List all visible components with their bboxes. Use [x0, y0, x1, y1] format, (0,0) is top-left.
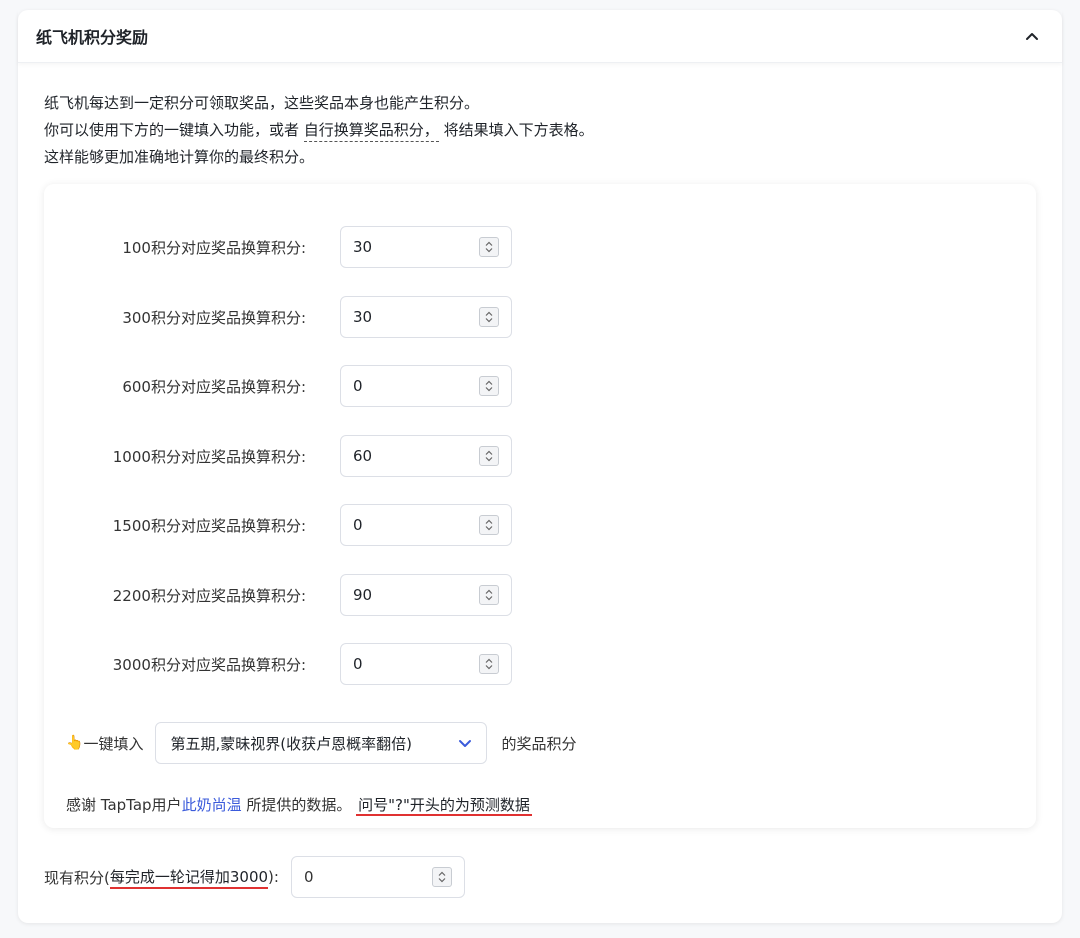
current-points-input[interactable]: 0 [290, 856, 465, 898]
spinner-icon[interactable] [479, 237, 499, 257]
reward-row-1000: 1000积分对应奖品换算积分: 60 [44, 434, 512, 478]
reward-value: 0 [353, 655, 363, 673]
intro-line-2-prefix: 你可以使用下方的一键填入功能，或者 [44, 121, 304, 139]
reward-input-3000[interactable]: 0 [340, 643, 512, 685]
reward-value: 30 [353, 238, 373, 256]
spinner-icon[interactable] [479, 376, 499, 396]
user-link[interactable]: 此奶尚温 [182, 796, 242, 814]
panel-title: 纸飞机积分奖励 [36, 28, 149, 47]
spinner-icon[interactable] [479, 446, 499, 466]
current-label-suffix: ): [268, 868, 279, 886]
season-select[interactable]: 第五期,蒙昧视界(收获卢恩概率翻倍) [155, 722, 488, 764]
intro-line-3: 这样能够更加准确地计算你的最终积分。 [44, 148, 315, 166]
chevron-up-icon[interactable] [1022, 26, 1042, 46]
intro-text: 纸飞机每达到一定积分可领取奖品，这些奖品本身也能产生积分。 你可以使用下方的一键… [44, 90, 594, 171]
reward-label: 600积分对应奖品换算积分: [122, 377, 306, 396]
quick-fill-row: 👆 一键填入 第五期,蒙昧视界(收获卢恩概率翻倍) 的奖品积分 [66, 721, 576, 765]
reward-label: 1500积分对应奖品换算积分: [112, 516, 306, 535]
reward-form: 100积分对应奖品换算积分: 30 300积分对应奖品换算积分: 30 600积… [44, 184, 1036, 828]
reward-label: 100积分对应奖品换算积分: [122, 238, 306, 257]
spinner-icon[interactable] [479, 515, 499, 535]
current-label-prefix: 现有积分( [44, 868, 110, 887]
current-points-value: 0 [303, 868, 314, 886]
current-label-hint: 每完成一轮记得加3000 [109, 866, 269, 889]
reward-row-1500: 1500积分对应奖品换算积分: 0 [44, 503, 512, 547]
reward-input-1000[interactable]: 60 [340, 435, 512, 477]
reward-panel: 纸飞机积分奖励 纸飞机每达到一定积分可领取奖品，这些奖品本身也能产生积分。 你可… [18, 10, 1062, 923]
panel-header[interactable]: 纸飞机积分奖励 [18, 10, 1062, 63]
reward-row-300: 300积分对应奖品换算积分: 30 [44, 295, 512, 339]
reward-label: 1000积分对应奖品换算积分: [112, 447, 306, 466]
quick-fill-suffix: 的奖品积分 [501, 734, 577, 753]
reward-input-600[interactable]: 0 [340, 365, 512, 407]
spinner-icon[interactable] [479, 307, 499, 327]
prediction-note: 问号"?"开头的为预测数据 [356, 796, 532, 816]
spinner-icon[interactable] [431, 867, 452, 887]
reward-value: 0 [353, 377, 363, 395]
thanks-middle: 所提供的数据。 [241, 796, 352, 814]
reward-input-300[interactable]: 30 [340, 296, 512, 338]
reward-input-1500[interactable]: 0 [340, 504, 512, 546]
season-select-value: 第五期,蒙昧视界(收获卢恩概率翻倍) [170, 734, 412, 753]
reward-value: 0 [353, 516, 363, 534]
reward-row-2200: 2200积分对应奖品换算积分: 90 [44, 573, 512, 617]
reward-input-2200[interactable]: 90 [340, 574, 512, 616]
current-points-row: 现有积分(每完成一轮记得加3000): 0 [44, 855, 465, 899]
spinner-icon[interactable] [479, 654, 499, 674]
pointing-hand-icon: 👆 [66, 735, 84, 751]
reward-label: 3000积分对应奖品换算积分: [112, 655, 306, 674]
thanks-note: 感谢 TapTap用户此奶尚温 所提供的数据。 问号"?"开头的为预测数据 [66, 794, 532, 816]
spinner-icon[interactable] [479, 585, 499, 605]
thanks-prefix: 感谢 TapTap用户 [66, 796, 182, 814]
reward-label: 2200积分对应奖品换算积分: [112, 586, 306, 605]
reward-row-100: 100积分对应奖品换算积分: 30 [44, 225, 512, 269]
intro-line-1: 纸飞机每达到一定积分可领取奖品，这些奖品本身也能产生积分。 [44, 94, 480, 112]
reward-label: 300积分对应奖品换算积分: [122, 308, 306, 327]
quick-fill-label: 一键填入 [83, 734, 144, 753]
intro-line-2: 你可以使用下方的一键填入功能，或者 自行换算奖品积分， 将结果填入下方表格。 [44, 117, 594, 144]
reward-value: 30 [353, 308, 373, 326]
reward-row-600: 600积分对应奖品换算积分: 0 [44, 364, 512, 408]
reward-value: 60 [353, 447, 373, 465]
reward-input-100[interactable]: 30 [340, 226, 512, 268]
convert-points-link[interactable]: 自行换算奖品积分， [303, 121, 439, 142]
chevron-down-icon [458, 734, 472, 752]
intro-line-2-suffix: 将结果填入下方表格。 [438, 121, 594, 139]
reward-value: 90 [353, 586, 373, 604]
reward-row-3000: 3000积分对应奖品换算积分: 0 [44, 642, 512, 686]
